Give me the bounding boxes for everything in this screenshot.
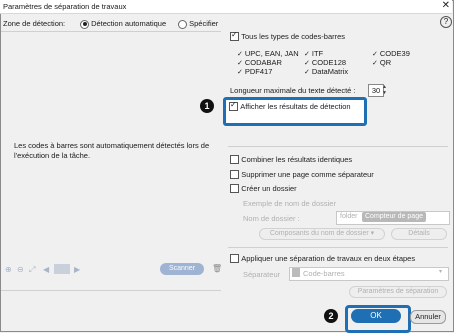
scan-button[interactable]: Scanner xyxy=(160,263,204,275)
combine-results-checkbox[interactable]: Combiner les résultats identiques xyxy=(230,155,353,165)
barcode-type-codabar[interactable]: ✓ CODABAR xyxy=(237,58,282,67)
separator-label: Séparateur xyxy=(243,270,281,279)
check-icon: ✓ xyxy=(304,69,310,76)
zoom-out-icon[interactable]: ⊖ xyxy=(17,266,25,274)
remove-page-label: Supprimer une page comme séparateur xyxy=(241,170,374,179)
folder-example-label: Exemple de nom de dossier xyxy=(243,199,336,208)
folder-name-label: Nom de dossier : xyxy=(243,214,300,223)
ok-button[interactable]: OK xyxy=(351,309,401,323)
create-folder-checkbox[interactable]: Créer un dossier xyxy=(230,184,297,194)
folder-name-prefix: folder xyxy=(340,213,358,220)
trash-icon[interactable]: 🗑 xyxy=(212,264,222,273)
folder-components-button[interactable]: Composants du nom de dossier ▾ xyxy=(259,228,385,240)
radio-icon[interactable] xyxy=(80,19,89,29)
callout-badge-2: 2 xyxy=(324,309,338,323)
show-results-checkbox[interactable]: Afficher les résultats de détection xyxy=(229,100,351,112)
cancel-button[interactable]: Annuler xyxy=(410,310,446,324)
two-step-label: Appliquer une séparation de travaux en d… xyxy=(241,254,416,263)
show-results-label: Afficher les résultats de détection xyxy=(240,102,351,111)
checkbox-icon[interactable] xyxy=(229,100,238,112)
divider xyxy=(228,146,448,147)
help-icon[interactable]: ? xyxy=(440,16,452,28)
page-thumbnail-icon[interactable] xyxy=(54,264,70,274)
page-counter-token: Compteur de page xyxy=(362,212,426,222)
close-icon[interactable]: ✕ xyxy=(442,0,450,12)
callout-badge-1: 1 xyxy=(200,99,214,113)
checkbox-icon[interactable] xyxy=(230,170,239,180)
divider xyxy=(228,247,448,248)
barcode-type-code128[interactable]: ✓ CODE128 xyxy=(304,58,346,67)
checkbox-icon[interactable] xyxy=(230,184,239,194)
checkbox-icon[interactable] xyxy=(230,254,239,264)
separation-params-button[interactable]: Paramètres de séparation xyxy=(349,286,447,298)
remove-page-checkbox[interactable]: Supprimer une page comme séparateur xyxy=(230,170,374,180)
barcode-type-qr[interactable]: ✓ QR xyxy=(372,58,391,67)
checkbox-icon[interactable] xyxy=(230,30,239,42)
check-icon: ✓ xyxy=(304,60,310,67)
barcode-type-pdf417[interactable]: ✓ PDF417 xyxy=(237,67,272,76)
next-page-icon[interactable]: ▶ xyxy=(74,266,82,274)
zoom-in-icon[interactable]: ⊕ xyxy=(5,266,13,274)
barcode-type-itf[interactable]: ✓ ITF xyxy=(304,49,323,58)
check-icon: ✓ xyxy=(304,51,310,58)
all-barcode-types-checkbox[interactable]: Tous les types de codes-barres xyxy=(230,30,346,42)
barcode-type-code39[interactable]: ✓ CODE39 xyxy=(372,49,410,58)
folder-details-button[interactable]: Détails xyxy=(391,228,447,240)
radio-auto-label: Détection automatique xyxy=(91,19,167,28)
preview-panel xyxy=(1,31,221,291)
radio-auto-detection[interactable]: Détection automatique xyxy=(80,19,166,29)
auto-detection-message: Les codes à barres sont automatiquement … xyxy=(14,141,210,160)
spinner-arrows-icon[interactable]: ▲ ▼ xyxy=(382,84,387,96)
check-icon: ✓ xyxy=(372,51,378,58)
barcode-type-upc[interactable]: ✓ UPC, EAN, JAN xyxy=(237,49,299,58)
window-title: Paramètres de séparation de travaux xyxy=(3,2,127,11)
separator-value: Code-barres xyxy=(303,269,345,278)
barcode-icon xyxy=(292,268,300,277)
prev-page-icon[interactable]: ◀ xyxy=(43,266,51,274)
fit-icon[interactable]: ⤢ xyxy=(29,266,37,274)
check-icon: ✓ xyxy=(372,60,378,67)
check-icon: ✓ xyxy=(237,69,243,76)
chevron-down-icon[interactable]: ▾ xyxy=(439,268,442,275)
barcode-type-datamatrix[interactable]: ✓ DataMatrix xyxy=(304,67,348,76)
check-icon: ✓ xyxy=(237,60,243,67)
max-length-label: Longueur maximale du texte détecté : xyxy=(230,86,356,95)
create-folder-label: Créer un dossier xyxy=(241,184,297,193)
two-step-checkbox[interactable]: Appliquer une séparation de travaux en d… xyxy=(230,254,416,264)
all-barcode-types-label: Tous les types de codes-barres xyxy=(241,32,346,41)
radio-specify[interactable]: Spécifier xyxy=(178,19,218,29)
checkbox-icon[interactable] xyxy=(230,155,239,165)
combine-results-label: Combiner les résultats identiques xyxy=(241,155,353,164)
check-icon: ✓ xyxy=(237,51,243,58)
detection-zone-label: Zone de détection: xyxy=(3,19,66,28)
radio-specify-label: Spécifier xyxy=(189,19,219,28)
radio-icon[interactable] xyxy=(178,19,187,29)
